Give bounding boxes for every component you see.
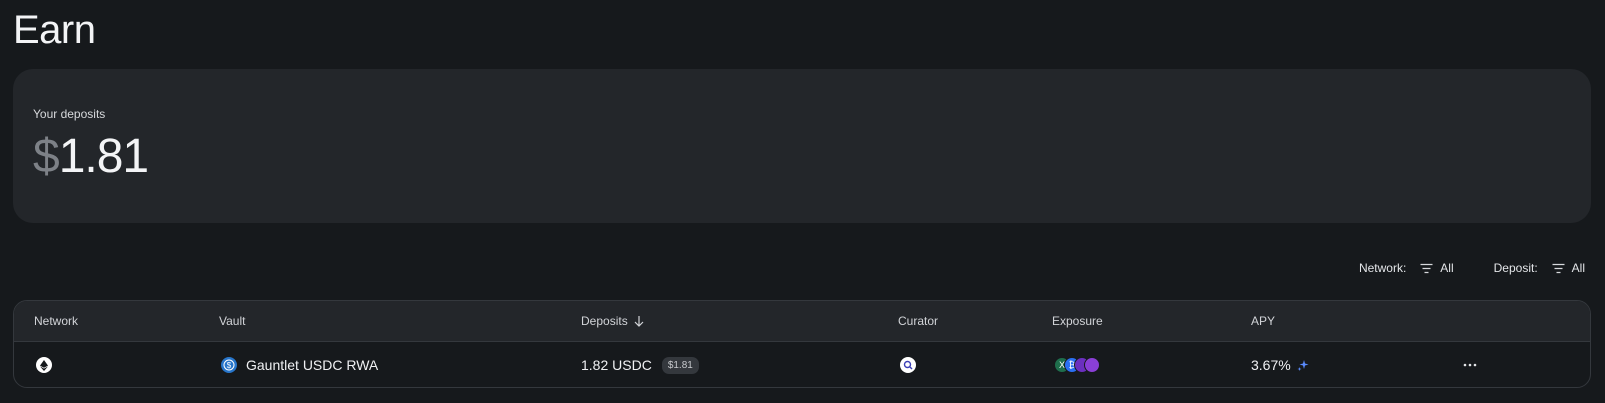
network-cell	[36, 342, 52, 387]
apy-value: 3.67%	[1251, 357, 1291, 373]
currency-symbol: $	[33, 130, 60, 183]
page-title: Earn	[13, 8, 96, 52]
deposits-usd-badge: $1.81	[661, 356, 699, 374]
deposits-cell: 1.82 USDC $1.81	[581, 342, 699, 387]
more-options-button[interactable]	[1463, 342, 1477, 387]
deposits-summary-card: Your deposits $1.81	[13, 69, 1591, 223]
sparkle-icon[interactable]	[1297, 359, 1309, 371]
network-filter-value: All	[1440, 261, 1454, 275]
filter-bar: Network: All Deposit: All	[1319, 261, 1585, 275]
ethereum-icon	[36, 357, 52, 373]
column-apy[interactable]: APY	[1251, 314, 1275, 328]
usdc-icon: $	[221, 357, 237, 373]
deposit-filter-value: All	[1571, 261, 1585, 275]
deposits-amount-token: 1.82 USDC	[581, 357, 652, 373]
filter-icon	[1552, 263, 1565, 273]
arrow-down-icon	[634, 316, 644, 327]
column-vault[interactable]: Vault	[219, 314, 245, 328]
gauntlet-curator-icon[interactable]	[900, 357, 916, 373]
column-curator[interactable]: Curator	[898, 314, 938, 328]
svg-text:$: $	[227, 361, 232, 370]
earn-page: Earn Your deposits $1.81 Network: All De…	[0, 0, 1605, 403]
network-filter-button[interactable]: All	[1420, 261, 1454, 275]
column-network[interactable]: Network	[34, 314, 78, 328]
deposits-amount: $1.81	[33, 129, 149, 184]
vault-name[interactable]: Gauntlet USDC RWA	[246, 357, 378, 373]
table-row[interactable]: $ Gauntlet USDC RWA 1.82 USDC $1.81 X ₿	[14, 342, 1590, 387]
deposits-label: Your deposits	[33, 107, 106, 121]
vault-cell: $ Gauntlet USDC RWA	[221, 342, 378, 387]
vaults-table: Network Vault Deposits Curator Exposure …	[13, 300, 1591, 388]
deposit-filter: Deposit: All	[1494, 261, 1585, 275]
network-filter-label: Network:	[1358, 261, 1407, 275]
exposure-cell[interactable]: X ₿	[1054, 342, 1100, 387]
deposit-filter-label: Deposit:	[1493, 261, 1538, 275]
column-exposure[interactable]: Exposure	[1052, 314, 1103, 328]
network-filter: Network: All	[1359, 261, 1454, 275]
filter-icon	[1420, 263, 1433, 273]
column-deposits-label: Deposits	[581, 314, 628, 328]
apy-cell: 3.67%	[1251, 342, 1309, 387]
deposit-filter-button[interactable]: All	[1552, 261, 1585, 275]
more-icon	[1463, 363, 1477, 367]
deposits-value: 1.81	[58, 130, 149, 183]
column-deposits[interactable]: Deposits	[581, 314, 644, 328]
token-icon	[1084, 357, 1100, 373]
curator-cell	[900, 342, 916, 387]
table-header: Network Vault Deposits Curator Exposure …	[14, 301, 1590, 342]
